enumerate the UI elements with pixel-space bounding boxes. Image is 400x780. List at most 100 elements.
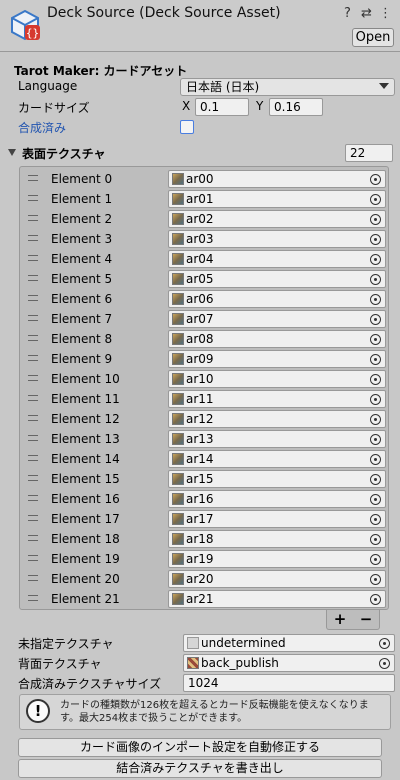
- list-item[interactable]: Element 20 ar20: [20, 569, 388, 589]
- object-picker-icon[interactable]: [370, 454, 381, 465]
- texture-object-field[interactable]: ar02: [168, 210, 386, 228]
- object-picker-icon[interactable]: [370, 214, 381, 225]
- drag-handle-icon[interactable]: [28, 455, 38, 461]
- drag-handle-icon[interactable]: [28, 295, 38, 301]
- foldout-arrow-icon[interactable]: [8, 149, 16, 156]
- texture-object-field[interactable]: ar18: [168, 530, 386, 548]
- object-picker-icon[interactable]: [370, 534, 381, 545]
- list-item[interactable]: Element 1 ar01: [20, 189, 388, 209]
- drag-handle-icon[interactable]: [28, 195, 38, 201]
- object-picker-icon[interactable]: [379, 658, 390, 669]
- object-picker-icon[interactable]: [370, 234, 381, 245]
- texture-object-field[interactable]: ar12: [168, 410, 386, 428]
- object-picker-icon[interactable]: [370, 194, 381, 205]
- help-icon[interactable]: ?: [341, 6, 354, 21]
- language-dropdown[interactable]: 日本語 (日本): [180, 78, 395, 96]
- drag-handle-icon[interactable]: [28, 215, 38, 221]
- list-item[interactable]: Element 12 ar12: [20, 409, 388, 429]
- drag-handle-icon[interactable]: [28, 375, 38, 381]
- drag-handle-icon[interactable]: [28, 495, 38, 501]
- object-picker-icon[interactable]: [370, 174, 381, 185]
- front-texture-label[interactable]: 表面テクスチャ: [22, 145, 106, 162]
- drag-handle-icon[interactable]: [28, 275, 38, 281]
- drag-handle-icon[interactable]: [28, 175, 38, 181]
- list-item[interactable]: Element 19 ar19: [20, 549, 388, 569]
- texture-object-field[interactable]: ar07: [168, 310, 386, 328]
- object-picker-icon[interactable]: [370, 254, 381, 265]
- drag-handle-icon[interactable]: [28, 355, 38, 361]
- drag-handle-icon[interactable]: [28, 555, 38, 561]
- drag-handle-icon[interactable]: [28, 595, 38, 601]
- object-picker-icon[interactable]: [370, 434, 381, 445]
- drag-handle-icon[interactable]: [28, 435, 38, 441]
- list-item[interactable]: Element 5 ar05: [20, 269, 388, 289]
- drag-handle-icon[interactable]: [28, 315, 38, 321]
- drag-handle-icon[interactable]: [28, 535, 38, 541]
- list-item[interactable]: Element 14 ar14: [20, 449, 388, 469]
- texture-object-field[interactable]: ar03: [168, 230, 386, 248]
- unassigned-texture-field[interactable]: undetermined: [183, 634, 395, 652]
- composed-texture-size-field[interactable]: 1024: [183, 674, 395, 692]
- list-item[interactable]: Element 16 ar16: [20, 489, 388, 509]
- object-picker-icon[interactable]: [370, 554, 381, 565]
- object-picker-icon[interactable]: [370, 374, 381, 385]
- object-picker-icon[interactable]: [370, 394, 381, 405]
- list-item[interactable]: Element 15 ar15: [20, 469, 388, 489]
- texture-object-field[interactable]: ar06: [168, 290, 386, 308]
- texture-object-field[interactable]: ar15: [168, 470, 386, 488]
- texture-object-field[interactable]: ar08: [168, 330, 386, 348]
- object-picker-icon[interactable]: [370, 354, 381, 365]
- card-size-x-field[interactable]: 0.1: [195, 98, 249, 116]
- texture-object-field[interactable]: ar16: [168, 490, 386, 508]
- texture-object-field[interactable]: ar21: [168, 590, 386, 608]
- list-item[interactable]: Element 0 ar00: [20, 169, 388, 189]
- texture-object-field[interactable]: ar00: [168, 170, 386, 188]
- drag-handle-icon[interactable]: [28, 515, 38, 521]
- list-item[interactable]: Element 11 ar11: [20, 389, 388, 409]
- object-picker-icon[interactable]: [370, 414, 381, 425]
- texture-object-field[interactable]: ar14: [168, 450, 386, 468]
- back-texture-field[interactable]: back_publish: [183, 654, 395, 672]
- drag-handle-icon[interactable]: [28, 395, 38, 401]
- list-item[interactable]: Element 3 ar03: [20, 229, 388, 249]
- object-picker-icon[interactable]: [370, 314, 381, 325]
- remove-element-button[interactable]: −: [360, 610, 373, 629]
- texture-object-field[interactable]: ar04: [168, 250, 386, 268]
- list-item[interactable]: Element 7 ar07: [20, 309, 388, 329]
- list-item[interactable]: Element 18 ar18: [20, 529, 388, 549]
- texture-object-field[interactable]: ar01: [168, 190, 386, 208]
- object-picker-icon[interactable]: [370, 294, 381, 305]
- drag-handle-icon[interactable]: [28, 575, 38, 581]
- list-item[interactable]: Element 8 ar08: [20, 329, 388, 349]
- object-picker-icon[interactable]: [379, 638, 390, 649]
- list-item[interactable]: Element 10 ar10: [20, 369, 388, 389]
- object-picker-icon[interactable]: [370, 494, 381, 505]
- texture-object-field[interactable]: ar19: [168, 550, 386, 568]
- list-item[interactable]: Element 2 ar02: [20, 209, 388, 229]
- texture-object-field[interactable]: ar17: [168, 510, 386, 528]
- object-picker-icon[interactable]: [370, 574, 381, 585]
- list-item[interactable]: Element 13 ar13: [20, 429, 388, 449]
- drag-handle-icon[interactable]: [28, 475, 38, 481]
- drag-handle-icon[interactable]: [28, 235, 38, 241]
- list-item[interactable]: Element 17 ar17: [20, 509, 388, 529]
- menu-icon[interactable]: ⋮: [379, 6, 392, 21]
- list-item[interactable]: Element 6 ar06: [20, 289, 388, 309]
- card-size-y-field[interactable]: 0.16: [269, 98, 323, 116]
- object-picker-icon[interactable]: [370, 514, 381, 525]
- list-item[interactable]: Element 4 ar04: [20, 249, 388, 269]
- add-element-button[interactable]: +: [334, 610, 347, 629]
- write-composed-texture-button[interactable]: 結合済みテクスチャを書き出し: [18, 759, 382, 778]
- texture-object-field[interactable]: ar10: [168, 370, 386, 388]
- texture-object-field[interactable]: ar20: [168, 570, 386, 588]
- object-picker-icon[interactable]: [370, 594, 381, 605]
- list-item[interactable]: Element 21 ar21: [20, 589, 388, 609]
- texture-object-field[interactable]: ar13: [168, 430, 386, 448]
- object-picker-icon[interactable]: [370, 274, 381, 285]
- preset-icon[interactable]: ⇄: [360, 6, 373, 21]
- drag-handle-icon[interactable]: [28, 255, 38, 261]
- texture-object-field[interactable]: ar11: [168, 390, 386, 408]
- drag-handle-icon[interactable]: [28, 335, 38, 341]
- list-item[interactable]: Element 9 ar09: [20, 349, 388, 369]
- texture-object-field[interactable]: ar09: [168, 350, 386, 368]
